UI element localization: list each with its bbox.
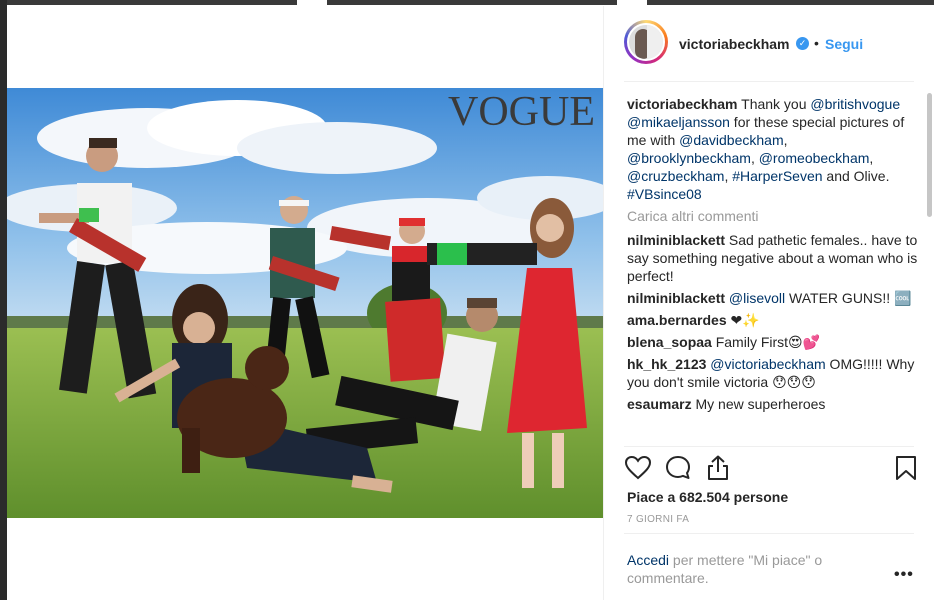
story-ring[interactable] (624, 20, 668, 64)
caption-username[interactable]: victoriabeckham (627, 96, 738, 112)
hashtag-link[interactable]: #VBsince08 (627, 186, 702, 202)
header-separator: • (814, 35, 819, 51)
avatar[interactable] (627, 23, 665, 61)
post-side-panel: victoriabeckham ✓ • Segui victoriabeckha… (603, 6, 934, 600)
comment-item: hk_hk_2123 @victoriabeckham OMG!!!!! Why… (627, 355, 919, 391)
actions-divider (624, 446, 914, 447)
follow-button[interactable]: Segui (825, 36, 863, 52)
mention-link[interactable]: @cruzbeckham (627, 168, 724, 184)
comment-bubble-icon[interactable] (664, 454, 692, 482)
comments-scrollbar[interactable] (927, 93, 932, 217)
mention-link[interactable]: @lisevoll (729, 290, 785, 306)
header-username[interactable]: victoriabeckham (679, 36, 790, 52)
load-more-comments-button[interactable]: Carica altri commenti (627, 207, 919, 225)
caption-text: Thank you (737, 96, 811, 112)
share-icon[interactable] (704, 454, 732, 482)
post-date: 7 GIORNI FA (627, 514, 690, 525)
vogue-logo: VOGUE (448, 89, 595, 135)
caption-text: , (869, 150, 874, 166)
mention-link[interactable]: @davidbeckham (679, 132, 784, 148)
comment-username[interactable]: nilminiblackett (627, 290, 725, 306)
comment-item: esaumarz My new superheroes (627, 395, 919, 413)
mention-link[interactable]: @mikaeljansson (627, 114, 730, 130)
comment-username[interactable]: blena_sopaa (627, 334, 712, 350)
caption-text: and Olive. (822, 168, 890, 184)
verified-badge-icon: ✓ (796, 37, 809, 50)
background-page-strip (0, 0, 7, 600)
comments-list[interactable]: victoriabeckham Thank you @britishvogue … (627, 95, 919, 445)
comment-text: Family First😍💕 (711, 334, 821, 350)
mention-link[interactable]: @britishvogue (810, 96, 900, 112)
comment-username[interactable]: ama.bernardes (627, 312, 727, 328)
login-link[interactable]: Accedi (627, 552, 669, 568)
bookmark-icon[interactable] (892, 454, 920, 482)
comment-text: ❤✨ (726, 312, 760, 328)
comment-text: WATER GUNS!! 🆒 (785, 290, 912, 306)
mention-link[interactable]: @brooklynbeckham (627, 150, 751, 166)
comment-item: nilminiblackett @lisevoll WATER GUNS!! 🆒 (627, 289, 919, 307)
more-options-icon[interactable]: ••• (894, 566, 914, 584)
action-bar (624, 454, 916, 482)
family-water-gun-photo (7, 88, 603, 518)
likes-count[interactable]: Piace a 682.504 persone (627, 489, 788, 505)
comment-username[interactable]: nilminiblackett (627, 232, 725, 248)
footer-divider (624, 533, 914, 534)
header-divider (624, 81, 914, 82)
post-header: victoriabeckham ✓ • Segui (604, 6, 934, 82)
post-photo[interactable]: VOGUE (7, 88, 603, 518)
caption: victoriabeckham Thank you @britishvogue … (627, 95, 919, 203)
comment-username[interactable]: hk_hk_2123 (627, 356, 706, 372)
login-prompt: Accedi per mettere "Mi piace" o commenta… (627, 551, 857, 587)
hashtag-link[interactable]: #HarperSeven (732, 168, 822, 184)
mention-link[interactable]: @romeobeckham (759, 150, 870, 166)
comment-item: ama.bernardes ❤✨ (627, 311, 919, 329)
comment-username[interactable]: esaumarz (627, 396, 692, 412)
heart-icon[interactable] (624, 454, 652, 482)
comment-item: nilminiblackett Sad pathetic females.. h… (627, 231, 919, 285)
comment-text: My new superheroes (691, 396, 826, 412)
caption-text: , (750, 150, 759, 166)
comment-item: blena_sopaa Family First😍💕 (627, 333, 919, 351)
caption-text: , (783, 132, 788, 148)
mention-link[interactable]: @victoriabeckham (710, 356, 825, 372)
